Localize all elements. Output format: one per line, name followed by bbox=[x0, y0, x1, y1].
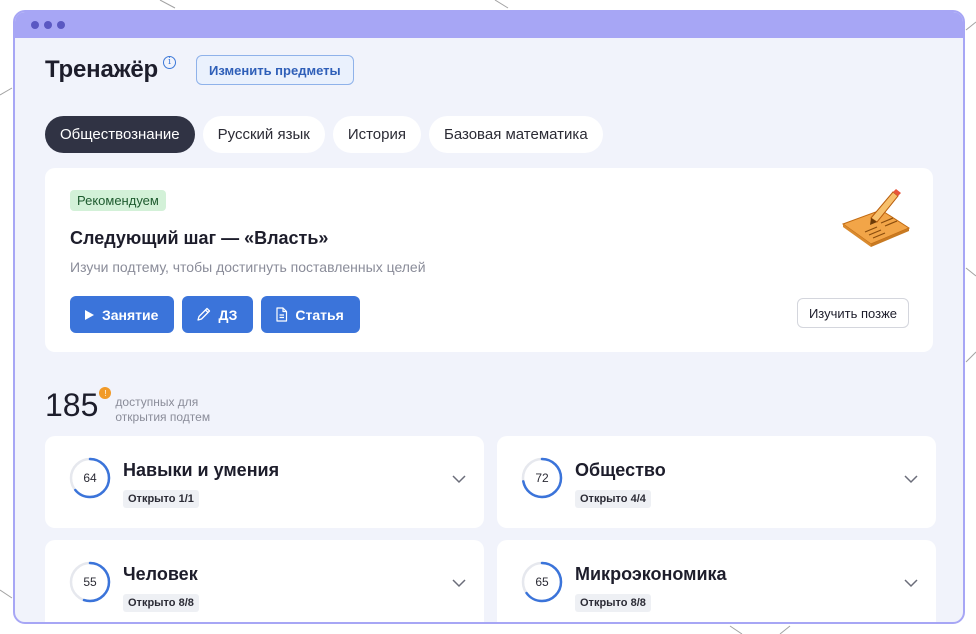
pencil-icon bbox=[197, 307, 211, 321]
tab-history[interactable]: История bbox=[332, 116, 421, 153]
page-header: Тренажёр i Изменить предметы bbox=[45, 38, 933, 100]
homework-button[interactable]: ДЗ bbox=[182, 296, 254, 333]
app-window: Тренажёр i Изменить предметы Обществозна… bbox=[13, 10, 965, 624]
document-icon bbox=[276, 307, 288, 322]
topic-title: Микроэкономика bbox=[575, 564, 727, 584]
lesson-button-label: Занятие bbox=[102, 306, 159, 323]
topic-score: 64 bbox=[83, 471, 97, 485]
window-dot bbox=[44, 21, 52, 29]
window-titlebar bbox=[15, 12, 963, 38]
topic-status: Открыто 8/8 bbox=[123, 594, 199, 612]
window-dot bbox=[31, 21, 39, 29]
chevron-down-icon[interactable] bbox=[904, 578, 918, 588]
topic-score: 72 bbox=[535, 471, 549, 485]
tab-basic-math[interactable]: Базовая математика bbox=[428, 116, 603, 153]
article-button-label: Статья bbox=[295, 306, 344, 323]
change-subjects-button[interactable]: Изменить предметы bbox=[196, 55, 354, 85]
topic-status: Открыто 1/1 bbox=[123, 490, 199, 508]
topic-status: Открыто 8/8 bbox=[575, 594, 651, 612]
available-topics-stats: 185 ! доступных для открытия подтем bbox=[45, 385, 933, 435]
recommendation-card: Рекомендуем Следующий шаг — «Власть» Изу… bbox=[45, 168, 933, 352]
play-icon bbox=[85, 309, 94, 320]
tab-social-studies[interactable]: Обществознание bbox=[45, 116, 195, 153]
available-label: доступных для открытия подтем bbox=[115, 395, 211, 424]
recommendation-subtitle: Изучи подтему, чтобы достигнуть поставле… bbox=[70, 259, 426, 275]
subject-tabs: Обществознание Русский язык История Базо… bbox=[45, 116, 933, 153]
homework-button-label: ДЗ bbox=[218, 306, 238, 323]
page-title: Тренажёр bbox=[45, 56, 159, 83]
recommend-badge: Рекомендуем bbox=[70, 190, 166, 211]
chevron-down-icon[interactable] bbox=[904, 474, 918, 484]
topic-status: Открыто 4/4 bbox=[575, 490, 651, 508]
alert-icon[interactable]: ! bbox=[99, 387, 112, 399]
topic-card[interactable]: 65 Микроэкономика Открыто 8/8 bbox=[497, 540, 936, 622]
tab-russian[interactable]: Русский язык bbox=[202, 116, 325, 153]
topic-card[interactable]: 64 Навыки и умения Открыто 1/1 bbox=[45, 436, 484, 528]
lesson-button[interactable]: Занятие bbox=[70, 296, 175, 333]
topic-title: Общество bbox=[575, 460, 666, 480]
topic-score: 65 bbox=[535, 575, 549, 589]
topic-score: 55 bbox=[83, 575, 97, 589]
ballot-illustration bbox=[841, 189, 911, 247]
topic-title: Навыки и умения bbox=[123, 460, 280, 480]
article-button[interactable]: Статья bbox=[261, 296, 360, 333]
topic-card[interactable]: 72 Общество Открыто 4/4 bbox=[497, 436, 936, 528]
available-count: 185 bbox=[45, 387, 99, 423]
topic-title: Человек bbox=[123, 564, 198, 584]
window-dot bbox=[57, 21, 65, 29]
study-later-button[interactable]: Изучить позже bbox=[796, 298, 909, 328]
chevron-down-icon[interactable] bbox=[452, 578, 466, 588]
recommendation-title: Следующий шаг — «Власть» bbox=[70, 228, 329, 248]
chevron-down-icon[interactable] bbox=[452, 474, 466, 484]
topic-grid: 64 Навыки и умения Открыто 1/1 72 Общест… bbox=[45, 436, 936, 622]
main-content: Тренажёр i Изменить предметы Обществозна… bbox=[15, 38, 963, 622]
recommendation-actions: Занятие ДЗ Статья bbox=[70, 296, 908, 333]
topic-card[interactable]: 55 Человек Открыто 8/8 bbox=[45, 540, 484, 622]
info-icon[interactable]: i bbox=[163, 55, 177, 69]
